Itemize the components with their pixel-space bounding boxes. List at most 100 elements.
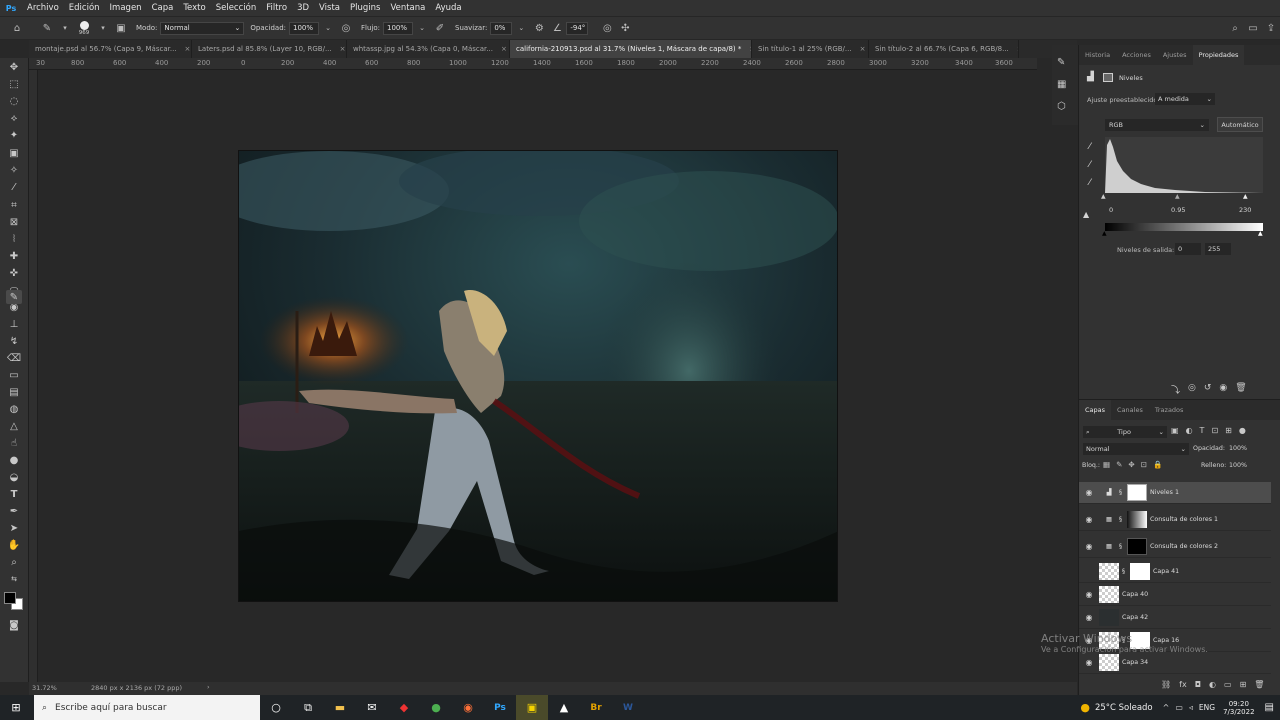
document-image[interactable] <box>238 150 838 602</box>
close-icon[interactable]: × <box>501 45 507 53</box>
windows-start-icon[interactable]: ⊞ <box>0 695 32 720</box>
input-white-value[interactable]: 230 <box>1239 206 1251 214</box>
chevron-down-icon[interactable]: ⌄ <box>512 19 530 37</box>
lock-artboard-icon[interactable]: ⊡ <box>1141 460 1147 469</box>
tab-historia[interactable]: Historia <box>1079 45 1116 65</box>
brush-tool-icon[interactable]: ✎ <box>38 19 56 37</box>
lasso-tool-icon[interactable]: ◌ <box>6 94 22 108</box>
menu-texto[interactable]: Texto <box>178 3 210 13</box>
input-gamma-value[interactable]: 0.95 <box>1171 206 1185 214</box>
smooth-input[interactable]: 0% <box>490 21 513 35</box>
filter-type-icon[interactable]: T <box>1200 426 1205 435</box>
eraser-icon[interactable]: ⌫ <box>6 351 22 365</box>
menu-plugins[interactable]: Plugins <box>345 3 385 13</box>
link-icon[interactable]: § <box>1122 568 1130 575</box>
mask-icon[interactable] <box>1103 73 1113 82</box>
share-icon[interactable]: ⇪ <box>1262 19 1280 37</box>
fx-icon[interactable]: fx <box>1179 680 1187 689</box>
input-gamma-slider[interactable]: ▲ <box>1175 193 1180 200</box>
lock-pixels-icon[interactable]: ✎ <box>1116 460 1122 469</box>
opacity-input[interactable]: 100% <box>289 21 319 35</box>
filter-toggle-icon[interactable]: ● <box>1239 426 1246 435</box>
crop-tool-icon[interactable]: ⌗ <box>6 198 22 212</box>
object-selection-icon[interactable]: ▣ <box>6 146 22 160</box>
green-app-icon[interactable]: ● <box>420 695 452 720</box>
lock-all-icon[interactable]: 🔒 <box>1153 460 1162 469</box>
mode-select[interactable]: Normal ⌄ <box>160 21 245 35</box>
eyedropper-icon[interactable]: ⦚ <box>6 232 22 246</box>
task-view-icon[interactable]: ⧉ <box>292 695 324 720</box>
lock-transparent-icon[interactable]: ▦ <box>1103 460 1110 469</box>
group-icon[interactable]: ▭ <box>1224 680 1232 689</box>
layer-mask-thumbnail[interactable] <box>1127 511 1147 528</box>
blur-tool-icon[interactable]: ◍ <box>6 402 22 416</box>
clone-stamp-icon[interactable]: ⊥ <box>6 317 22 331</box>
input-white-slider[interactable]: ▲ <box>1243 193 1248 200</box>
menu-archivo[interactable]: Archivo <box>22 3 64 13</box>
move-tool-icon[interactable]: ✥ <box>6 60 22 74</box>
mail-icon[interactable]: ✉ <box>356 695 388 720</box>
zoom-level[interactable]: 31.72% <box>32 684 57 692</box>
output-black-input[interactable]: 0 <box>1175 243 1201 255</box>
visibility-eye-icon[interactable]: ◉ <box>1079 542 1099 551</box>
layer-row[interactable]: ◉ ▟ § Niveles 1 <box>1079 482 1271 504</box>
marquee-tool-icon[interactable]: ⬚ <box>6 77 22 91</box>
pressure-size-icon[interactable]: ◎ <box>598 19 616 37</box>
sharpen-icon[interactable]: △ <box>6 419 22 433</box>
menu-capa[interactable]: Capa <box>147 3 179 13</box>
visibility-eye-icon[interactable]: ◉ <box>1079 488 1099 497</box>
clock[interactable]: 09:20 7/3/2022 <box>1223 700 1254 716</box>
tab-ajustes[interactable]: Ajustes <box>1157 45 1193 65</box>
airbrush-icon[interactable]: ✐ <box>431 19 449 37</box>
tab-california[interactable]: california-210913.psd al 31.7% (Niveles … <box>510 40 752 58</box>
menu-ventana[interactable]: Ventana <box>385 3 430 13</box>
cortana-icon[interactable]: ○ <box>260 695 292 720</box>
filter-smart-icon[interactable]: ⊞ <box>1225 426 1232 435</box>
red-app-icon[interactable]: ◆ <box>388 695 420 720</box>
network-icon[interactable]: ▭ <box>1175 703 1183 712</box>
paint-bucket-icon[interactable]: ▤ <box>6 385 22 399</box>
photos-icon[interactable]: ▲ <box>548 695 580 720</box>
3d-panel-icon[interactable]: ⬡ <box>1057 101 1066 112</box>
path-selection-icon[interactable]: ➤ <box>6 521 22 535</box>
tab-sin-titulo-2[interactable]: Sin título-2 al 66.7% (Capa 6, RGB/8... × <box>869 40 1019 58</box>
firefox-icon[interactable]: ◉ <box>452 695 484 720</box>
close-icon[interactable]: × <box>185 45 191 53</box>
tray-chevron-icon[interactable]: ^ <box>1163 703 1170 712</box>
blend-mode-select[interactable]: Normal ⌄ <box>1083 443 1189 455</box>
pen-tool-icon[interactable]: ✒ <box>6 504 22 518</box>
layer-opacity-input[interactable]: 100% <box>1227 443 1261 455</box>
brush-settings-icon[interactable]: ▣ <box>112 19 130 37</box>
brush-tool-active-icon[interactable]: ✎ <box>6 290 22 304</box>
eyedropper-white-icon[interactable]: ⁄ <box>1089 178 1091 188</box>
angle-icon[interactable]: ∠ <box>548 19 566 37</box>
link-icon[interactable]: § <box>1119 543 1127 550</box>
language-indicator[interactable]: ENG <box>1199 703 1215 712</box>
symmetry-icon[interactable]: ✣ <box>616 19 634 37</box>
layer-row[interactable]: ◉ Capa 34 <box>1079 652 1271 674</box>
layer-row[interactable]: § Capa 41 <box>1079 561 1271 583</box>
channel-select[interactable]: RGB ⌄ <box>1105 119 1209 131</box>
tab-whtassp[interactable]: whtassp.jpg al 54.3% (Capa 0, Máscar... × <box>347 40 510 58</box>
tab-capas[interactable]: Capas <box>1079 400 1112 420</box>
layer-row[interactable]: ◉ Capa 40 <box>1079 584 1271 606</box>
layer-mask-thumbnail[interactable] <box>1127 484 1147 501</box>
quick-selection-icon[interactable]: ✦ <box>6 128 22 142</box>
layer-mask-thumbnail[interactable] <box>1130 563 1150 580</box>
swatches-panel-icon[interactable]: ▦ <box>1057 79 1066 90</box>
pressure-opacity-icon[interactable]: ◎ <box>337 19 355 37</box>
link-layers-icon[interactable]: ⛓ <box>1161 680 1171 689</box>
trash-icon[interactable]: 🗑 <box>1235 383 1246 396</box>
healing-brush-icon[interactable]: ✜ <box>6 266 22 280</box>
filter-adjustment-icon[interactable]: ◐ <box>1186 426 1193 435</box>
history-brush-icon[interactable]: ↯ <box>6 334 22 348</box>
photoshop-taskbar-icon[interactable]: Ps <box>484 695 516 720</box>
swap-colors-icon[interactable]: ⇆ <box>6 572 22 586</box>
gear-icon[interactable]: ⚙ <box>530 19 548 37</box>
input-black-slider[interactable]: ▲ <box>1101 193 1106 200</box>
workspace-icon[interactable]: ▭ <box>1244 19 1262 37</box>
frame-tool-icon[interactable]: ⊠ <box>6 215 22 229</box>
fill-input[interactable]: 100% <box>1227 460 1261 472</box>
tab-laters[interactable]: Laters.psd al 85.8% (Layer 10, RGB/... × <box>192 40 347 58</box>
adjustment-layer-icon[interactable]: ◐ <box>1209 680 1216 689</box>
